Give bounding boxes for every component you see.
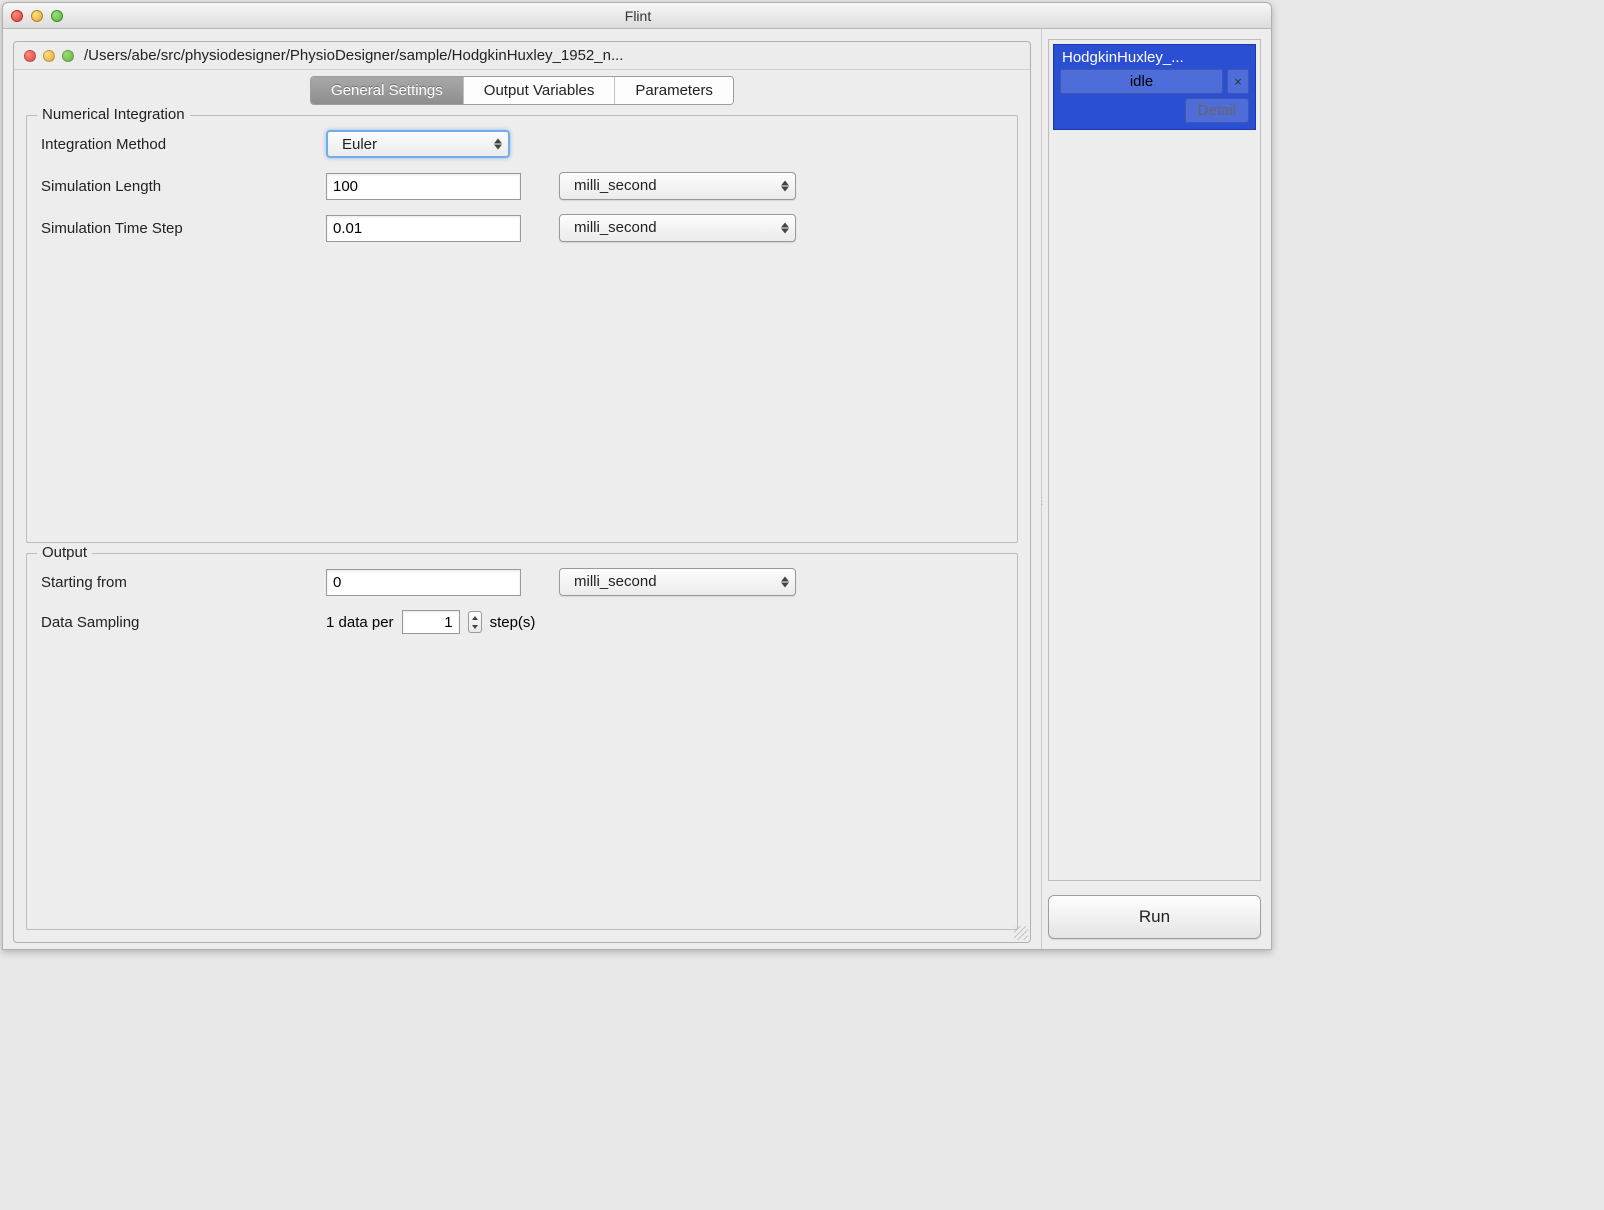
simulation-time-step-unit-value: milli_second (560, 215, 795, 241)
document-titlebar[interactable]: /Users/abe/src/physiodesigner/PhysioDesi… (14, 42, 1030, 70)
updown-icon (494, 139, 502, 150)
data-sampling-row: Data Sampling 1 data per step(s) (41, 610, 1003, 634)
close-icon: × (1234, 74, 1242, 89)
numerical-integration-group: Numerical Integration Integration Method… (26, 115, 1018, 543)
minimize-icon[interactable] (31, 10, 43, 22)
simulation-name: HodgkinHuxley_... (1060, 49, 1249, 69)
run-button[interactable]: Run (1048, 895, 1261, 939)
app-window: Flint /Users/abe/src/physiodesigner/Phys… (2, 2, 1272, 950)
integration-method-row: Integration Method Euler (41, 130, 1003, 158)
zoom-icon[interactable] (51, 10, 63, 22)
data-sampling-label: Data Sampling (41, 614, 326, 631)
starting-from-unit-value: milli_second (560, 569, 795, 595)
simulation-time-step-input[interactable] (326, 215, 521, 242)
tab-panel-body: Numerical Integration Integration Method… (14, 105, 1030, 942)
simulation-time-step-label: Simulation Time Step (41, 220, 326, 237)
updown-icon (781, 181, 789, 192)
inner-traffic-lights (24, 50, 74, 62)
data-sampling-input[interactable] (402, 610, 460, 634)
output-group: Output Starting from milli_second Data (26, 553, 1018, 930)
zoom-icon[interactable] (62, 50, 74, 62)
simulation-length-unit-value: milli_second (560, 173, 795, 199)
document-window: /Users/abe/src/physiodesigner/PhysioDesi… (13, 41, 1031, 943)
integration-method-label: Integration Method (41, 136, 326, 153)
integration-method-select[interactable]: Euler (326, 130, 510, 158)
output-legend: Output (37, 544, 92, 561)
app-title: Flint (63, 8, 1213, 24)
simulation-close-button[interactable]: × (1227, 69, 1249, 94)
tab-general-settings[interactable]: General Settings (311, 77, 464, 104)
updown-icon (781, 577, 789, 588)
resize-grip-icon[interactable] (1014, 926, 1028, 940)
main-area: /Users/abe/src/physiodesigner/PhysioDesi… (3, 29, 1271, 949)
content-column: /Users/abe/src/physiodesigner/PhysioDesi… (3, 29, 1041, 949)
starting-from-label: Starting from (41, 574, 326, 591)
simulation-item[interactable]: HodgkinHuxley_... idle × Detail (1053, 44, 1256, 130)
tab-output-variables[interactable]: Output Variables (464, 77, 616, 104)
simulation-length-label: Simulation Length (41, 178, 326, 195)
titlebar[interactable]: Flint (3, 3, 1271, 29)
tab-bar: General Settings Output Variables Parame… (310, 76, 734, 105)
updown-icon (781, 223, 789, 234)
chevron-down-icon[interactable] (469, 622, 481, 632)
splitter-handle[interactable] (1037, 489, 1045, 513)
minimize-icon[interactable] (43, 50, 55, 62)
document-path: /Users/abe/src/physiodesigner/PhysioDesi… (84, 47, 1020, 64)
integration-method-value: Euler (328, 132, 508, 158)
simulation-length-unit-select[interactable]: milli_second (559, 172, 796, 200)
simulations-panel: HodgkinHuxley_... idle × Detail (1048, 39, 1261, 881)
simulation-status: idle (1060, 69, 1223, 94)
tab-parameters[interactable]: Parameters (615, 77, 733, 104)
tabs-row: General Settings Output Variables Parame… (14, 70, 1030, 105)
numerical-integration-legend: Numerical Integration (37, 106, 190, 123)
starting-from-input[interactable] (326, 569, 521, 596)
starting-from-unit-select[interactable]: milli_second (559, 568, 796, 596)
data-sampling-stepper[interactable] (468, 611, 482, 633)
data-sampling-suffix: step(s) (490, 614, 536, 631)
side-column: HodgkinHuxley_... idle × Detail Run (1041, 29, 1271, 949)
chevron-up-icon[interactable] (469, 612, 481, 622)
simulation-time-step-row: Simulation Time Step milli_second (41, 214, 1003, 242)
close-icon[interactable] (24, 50, 36, 62)
close-icon[interactable] (11, 10, 23, 22)
simulation-detail-button[interactable]: Detail (1185, 98, 1249, 123)
data-sampling-prefix: 1 data per (326, 614, 394, 631)
simulation-time-step-unit-select[interactable]: milli_second (559, 214, 796, 242)
traffic-lights (11, 10, 63, 22)
simulation-length-input[interactable] (326, 173, 521, 200)
simulation-length-row: Simulation Length milli_second (41, 172, 1003, 200)
starting-from-row: Starting from milli_second (41, 568, 1003, 596)
